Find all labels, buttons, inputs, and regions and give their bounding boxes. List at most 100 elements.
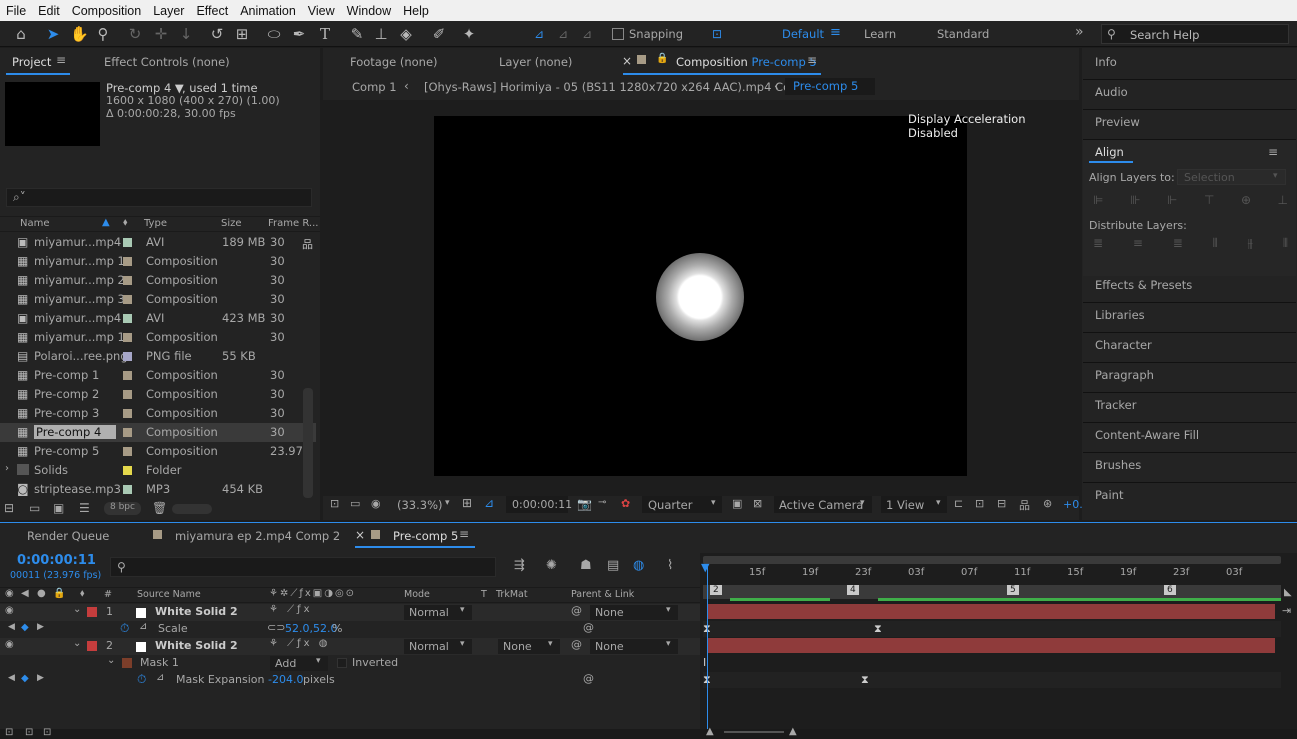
column-name[interactable]: Name (20, 218, 50, 229)
fast-previews-icon[interactable]: ⊡ (975, 497, 984, 510)
next-keyframe-icon[interactable]: ▶ (37, 622, 44, 632)
menu-item-effect[interactable]: Effect (190, 4, 234, 18)
label-color-swatch[interactable] (123, 352, 132, 361)
composition-frame[interactable] (434, 116, 967, 476)
menu-item-layer[interactable]: Layer (147, 4, 190, 18)
project-item[interactable]: ▣ miyamur...mp4 AVI 189 MB 30 (0, 233, 316, 252)
lock-column-icon[interactable]: 🔒 (53, 588, 65, 599)
distribute-right-icon[interactable]: ⫴ (1283, 236, 1288, 252)
project-item[interactable]: ▦ Pre-comp 3 Composition 30 (0, 404, 316, 423)
zoom-level-select[interactable]: (33.3%) (397, 498, 443, 512)
panel-menu-icon[interactable]: ≡ (1268, 145, 1278, 159)
distribute-vertical-center-icon[interactable]: ≡ (1133, 236, 1143, 252)
track-matte-select[interactable]: None ▾ (498, 639, 560, 654)
motion-blur-icon[interactable]: ◍ (633, 558, 644, 573)
workspace-learn[interactable]: Learn (864, 27, 896, 41)
blend-mode-select[interactable]: Normal ▾ (404, 605, 472, 620)
mask-label[interactable]: Mask 1 (140, 656, 179, 669)
panel-menu-icon[interactable]: ≡ (807, 53, 817, 67)
mask-color-swatch[interactable] (122, 658, 132, 668)
snapshot-icon[interactable]: 📷 (577, 497, 592, 511)
project-item-name[interactable]: miyamur...mp 2 (34, 273, 125, 287)
column-t[interactable]: T (481, 589, 487, 600)
playhead-line[interactable] (707, 567, 708, 739)
close-tab-icon[interactable]: × (622, 54, 632, 68)
eye-icon[interactable]: ◉ (5, 605, 14, 616)
layer2-duration-bar[interactable] (707, 638, 1275, 653)
graph-editor-icon[interactable]: ⌇ (667, 558, 673, 573)
toggle-pixel-aspect-icon[interactable]: ⊏ (954, 497, 963, 510)
project-item-name[interactable]: Pre-comp 3 (34, 406, 99, 420)
label-color-swatch[interactable] (123, 333, 132, 342)
keyframe-indicator-icon[interactable]: ◆ (21, 673, 29, 684)
pan-camera-tool-icon[interactable]: ✛ (152, 25, 170, 43)
show-snapshot-icon[interactable]: ⊸ (598, 497, 606, 508)
flowchart-icon[interactable]: 品 (302, 236, 313, 252)
panel-tracker[interactable]: Tracker (1095, 398, 1137, 412)
chevron-right-icon[interactable]: › (5, 463, 9, 474)
composition-marker[interactable]: 4 (847, 585, 859, 595)
expression-pick-whip-icon[interactable]: @ (583, 621, 594, 634)
zoom-out-icon[interactable]: ▲ (706, 726, 714, 737)
mask-expansion-row[interactable]: ◀ ◆ ▶ ⏱ ⊿ Mask Expansion -204.0 pixels @ (0, 672, 700, 689)
project-item[interactable]: ▣ miyamur...mp4 AVI 423 MB 30 (0, 309, 316, 328)
region-of-interest-icon[interactable]: ▣ (732, 497, 742, 510)
composition-marker[interactable]: 6 (1164, 585, 1176, 595)
resolution-select[interactable]: Quarter ▾ (642, 496, 722, 513)
menu-item-window[interactable]: Window (341, 4, 397, 18)
reset-exposure-icon[interactable]: ⊛ (1043, 497, 1052, 510)
distribute-left-icon[interactable]: ⫴ (1213, 236, 1218, 252)
distribute-top-icon[interactable]: ≣ (1093, 236, 1103, 252)
rotation-tool-icon[interactable]: ↺ (208, 25, 226, 43)
view-axis-icon[interactable]: ⊿ (578, 25, 596, 43)
new-folder-icon[interactable]: ▭ (29, 501, 40, 515)
layer-label-swatch[interactable] (87, 607, 97, 617)
align-to-select[interactable]: Selection ▾ (1177, 169, 1286, 185)
parent-select[interactable]: None ▾ (590, 605, 678, 620)
eraser-tool-icon[interactable]: ◈ (397, 25, 415, 43)
grid-guides-icon[interactable]: ⊞ (462, 496, 472, 510)
graph-icon[interactable]: ⊿ (139, 621, 147, 632)
project-item-name[interactable]: Pre-comp 4 (34, 425, 116, 439)
project-item-name[interactable]: miyamur...mp 1 (34, 330, 125, 344)
blend-mode-select[interactable]: Normal ▾ (404, 639, 472, 654)
project-item-name[interactable]: miyamur...mp 1 (34, 254, 125, 268)
hand-tool-icon[interactable]: ✋ (70, 25, 89, 43)
pan-behind-tool-icon[interactable]: ⊞ (233, 25, 251, 43)
stopwatch-icon[interactable]: ⏱ (120, 621, 129, 636)
project-scrollbar[interactable] (303, 388, 313, 498)
selected-item-name[interactable]: Pre-comp 4 ▼ (106, 81, 184, 95)
panel-preview[interactable]: Preview (1095, 115, 1140, 129)
label-color-swatch[interactable] (123, 447, 132, 456)
project-item[interactable]: ▦ Pre-comp 1 Composition 30 (0, 366, 316, 385)
column-source-name[interactable]: Source Name (137, 589, 201, 600)
channel-icon[interactable]: ✿ (621, 497, 630, 510)
snap-options-icon[interactable]: ⊡ (708, 25, 726, 43)
close-tab-icon[interactable]: × (355, 528, 365, 542)
chevron-down-icon[interactable]: ⌄ (73, 604, 81, 615)
project-item[interactable]: ▦ miyamur...mp 1 Composition 30 (0, 252, 316, 271)
menu-item-help[interactable]: Help (397, 4, 435, 18)
panel-paragraph[interactable]: Paragraph (1095, 368, 1154, 382)
project-item[interactable]: ▦ Pre-comp 4 Composition 30 (0, 423, 316, 442)
project-item[interactable]: ▤ Polaroi...ree.png PNG file 55 KB (0, 347, 316, 366)
flowchart-icon[interactable]: 品 (1019, 497, 1030, 513)
project-item[interactable]: ▦ miyamur...mp 2 Composition 30 (0, 271, 316, 290)
project-item-name[interactable]: Solids (34, 463, 68, 477)
time-ruler[interactable]: 15f 19f 23f 03f 07f 11f 15f 19f 23f 03f (700, 565, 1297, 581)
lock-icon[interactable]: 🔒 (656, 53, 668, 64)
tab-effect-controls[interactable]: Effect Controls (none) (104, 55, 230, 69)
new-composition-icon[interactable]: ▣ (53, 501, 64, 515)
local-axis-icon[interactable]: ⊿ (530, 25, 548, 43)
tab-composition[interactable]: Composition Pre-comp 5 (676, 55, 817, 69)
label-column-icon[interactable]: ⬧ (123, 217, 128, 228)
column-type[interactable]: Type (144, 218, 167, 229)
trash-icon[interactable]: 🗑 (152, 501, 167, 515)
comp-marker-bin-icon[interactable]: ◣ (1284, 587, 1292, 598)
panel-audio[interactable]: Audio (1095, 85, 1128, 99)
project-settings-icon[interactable]: ☰ (79, 501, 90, 515)
eye-icon[interactable]: ◉ (5, 639, 14, 650)
always-preview-icon[interactable]: ⊡ (330, 497, 339, 510)
puppet-pin-tool-icon[interactable]: ✦ (460, 25, 478, 43)
project-item-name[interactable]: Polaroi...ree.png (34, 349, 128, 363)
